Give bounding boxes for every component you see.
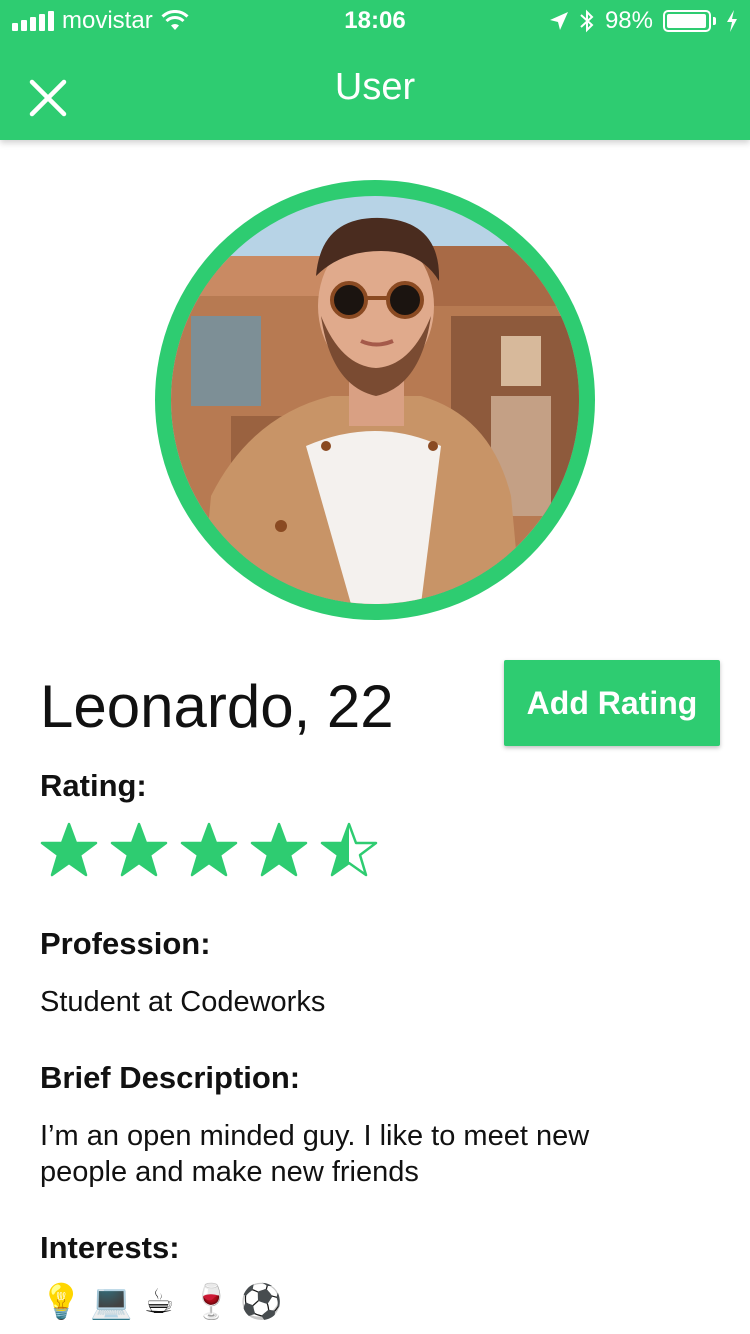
- bluetooth-icon: [580, 9, 594, 33]
- star-full-icon: [180, 822, 238, 877]
- status-right: 98%: [549, 7, 738, 35]
- description-value: I’m an open minded guy. I like to meet n…: [40, 1120, 590, 1188]
- profession-label: Profession:: [40, 926, 211, 961]
- coffee-icon: ☕: [143, 1283, 175, 1321]
- star-full-icon: [110, 822, 168, 877]
- interests-label: Interests:: [40, 1230, 180, 1265]
- laptop-icon: 💻: [90, 1283, 133, 1321]
- lightbulb-icon: 💡: [40, 1283, 83, 1321]
- wine-glass-icon: 🍷: [190, 1283, 233, 1321]
- profile-photo: [171, 196, 579, 604]
- star-full-icon: [250, 822, 308, 877]
- battery-percent: 98%: [604, 7, 653, 34]
- star-full-icon: [40, 822, 98, 877]
- status-bar: movistar 18:06 98%: [0, 0, 750, 40]
- interests-list: 💡 💻 ☕ 🍷 ⚽: [40, 1282, 283, 1322]
- user-name-age: Leonardo, 22: [40, 673, 394, 740]
- soccer-ball-icon: ⚽: [240, 1283, 283, 1321]
- app-header: movistar 18:06 98% User: [0, 0, 750, 140]
- page-title: User: [334, 66, 416, 108]
- charging-bolt-icon: [727, 10, 737, 32]
- star-half-icon: [320, 822, 378, 877]
- location-arrow-icon: [549, 12, 568, 30]
- battery-icon: [663, 10, 716, 32]
- add-rating-button[interactable]: Add Rating: [504, 660, 720, 746]
- avatar: [155, 180, 595, 620]
- description-label: Brief Description:: [40, 1060, 301, 1095]
- rating-label: Rating:: [40, 768, 147, 803]
- rating-stars: [40, 822, 378, 878]
- profession-value: Student at Codeworks: [40, 986, 326, 1018]
